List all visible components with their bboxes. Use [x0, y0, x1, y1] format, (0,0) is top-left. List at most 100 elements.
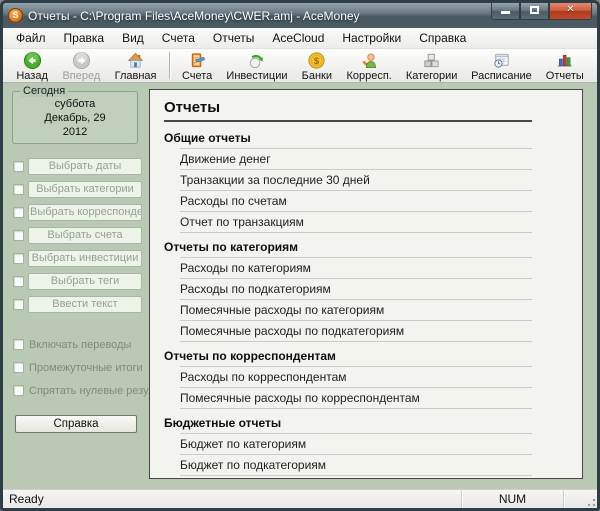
report-link[interactable]: Расходы по счетам — [162, 191, 570, 212]
toolbar-label: Категории — [406, 70, 458, 82]
report-sections: Общие отчетыДвижение денегТранзакции за … — [162, 124, 570, 479]
report-link[interactable]: Отчет по транзакциям — [162, 212, 570, 233]
filter-checkbox[interactable] — [13, 299, 24, 310]
toolbar-label: Корресп. — [346, 70, 391, 82]
filter-checkbox[interactable] — [13, 253, 24, 264]
toolbar-button-investments[interactable]: Инвестиции — [220, 50, 295, 82]
toolbar-separator — [169, 52, 170, 79]
toolbar-label: Главная — [115, 70, 157, 82]
options-list: Включать переводы Промежуточные итоги Спря… — [3, 333, 149, 402]
report-link[interactable]: Помесячные расходы по корреспондентам — [162, 388, 570, 409]
report-link[interactable]: Расходы по категориям — [162, 258, 570, 279]
app-logo-icon: S — [8, 8, 23, 23]
menu-вид[interactable]: Вид — [113, 28, 153, 48]
filter-checkbox[interactable] — [13, 161, 24, 172]
filter-button[interactable]: Выбрать счета — [28, 227, 142, 244]
title-rule — [164, 120, 532, 122]
toolbar-label: Инвестиции — [226, 70, 287, 82]
report-link[interactable]: Движение денег — [162, 149, 570, 170]
categories-icon — [422, 51, 441, 70]
report-link[interactable]: Транзакции за последние 30 дней — [162, 170, 570, 191]
toolbar-button-reports[interactable]: Отчеты — [539, 50, 591, 82]
report-link[interactable]: Расходы по подкатегориям — [162, 279, 570, 300]
today-panel: Сегодня суббота Декабрь, 29 2012 — [12, 91, 138, 144]
filter-list: Выбрать даты Выбрать категории Выбрать кор… — [3, 155, 149, 316]
toolbar-label: Вперед — [62, 70, 100, 82]
filter-row: Выбрать даты — [3, 155, 149, 178]
close-button[interactable]: ✕ — [549, 2, 592, 20]
client-area: Сегодня суббота Декабрь, 29 2012 Выбрать… — [3, 83, 597, 489]
filter-button[interactable]: Выбрать инвестиции — [28, 250, 142, 267]
filter-checkbox[interactable] — [13, 230, 24, 241]
filter-button[interactable]: Ввести текст — [28, 296, 142, 313]
menu-файл[interactable]: Файл — [7, 28, 55, 48]
option-checkbox[interactable] — [13, 362, 24, 373]
reports-icon — [555, 51, 574, 70]
option-row: Спрятать нулевые резуль — [3, 379, 149, 402]
toolbar-button-banks[interactable]: $Банки — [294, 50, 339, 82]
section-header: Отчеты по категориям — [162, 233, 570, 258]
today-weekday: суббота — [13, 97, 137, 111]
filter-button[interactable]: Выбрать теги — [28, 273, 142, 290]
menu-отчеты[interactable]: Отчеты — [204, 28, 263, 48]
filter-checkbox[interactable] — [13, 207, 24, 218]
accounts-icon — [188, 51, 207, 70]
home-icon — [126, 51, 145, 70]
menu-счета[interactable]: Счета — [153, 28, 204, 48]
report-link[interactable]: Бюджет по категориям — [162, 434, 570, 455]
filter-checkbox[interactable] — [13, 184, 24, 195]
toolbar-label: Назад — [16, 70, 48, 82]
menu-настройки[interactable]: Настройки — [333, 28, 410, 48]
filter-row: Выбрать инвестиции — [3, 247, 149, 270]
menu-справка[interactable]: Справка — [410, 28, 475, 48]
toolbar-button-back[interactable]: Назад — [9, 50, 55, 82]
report-link[interactable]: Расходы по корреспондентам — [162, 367, 570, 388]
toolbar-button-accounts[interactable]: Счета — [175, 50, 220, 82]
minimize-button[interactable] — [491, 2, 520, 20]
today-year: 2012 — [13, 125, 137, 139]
banks-icon: $ — [307, 51, 326, 70]
option-label: Спрятать нулевые резуль — [28, 385, 149, 397]
report-link[interactable]: Помесячные расходы по категориям — [162, 300, 570, 321]
menu-acecloud[interactable]: AceCloud — [263, 28, 333, 48]
option-label: Включать переводы — [28, 339, 131, 351]
status-text: Ready — [3, 492, 461, 506]
report-link[interactable]: Помесячные расходы по подкатегориям — [162, 321, 570, 342]
section-header: Бюджетные отчеты — [162, 409, 570, 434]
menu-правка[interactable]: Правка — [55, 28, 114, 48]
toolbar-label: Банки — [302, 70, 332, 82]
window-title: Отчеты - C:\Program Files\AceMoney\CWER.… — [28, 9, 360, 23]
toolbar-button-home[interactable]: Главная — [108, 50, 164, 82]
investments-icon — [247, 51, 266, 70]
option-checkbox[interactable] — [13, 385, 24, 396]
toolbar-button-payees[interactable]: Корресп. — [339, 50, 399, 82]
option-checkbox[interactable] — [13, 339, 24, 350]
filter-button[interactable]: Выбрать категории — [28, 181, 142, 198]
toolbar-button-forward: Вперед — [55, 50, 107, 82]
today-panel-title: Сегодня — [20, 85, 68, 97]
report-link[interactable]: Бюджет по подкатегориям — [162, 455, 570, 476]
filter-button[interactable]: Выбрать корреспондентов — [28, 204, 142, 221]
option-label: Промежуточные итоги — [28, 362, 143, 374]
filter-row: Выбрать категории — [3, 178, 149, 201]
payees-icon — [360, 51, 379, 70]
toolbar-button-categories[interactable]: Категории — [399, 50, 464, 82]
help-button[interactable]: Справка — [15, 415, 137, 433]
filter-row: Выбрать счета — [3, 224, 149, 247]
statusbar: Ready NUM — [3, 489, 597, 508]
filter-row: Выбрать корреспондентов — [3, 201, 149, 224]
toolbar: Назад Вперед Главная Счета Инвестиции $Банки К… — [3, 49, 597, 83]
filter-button[interactable]: Выбрать даты — [28, 158, 142, 175]
toolbar-button-schedule[interactable]: Расписание — [464, 50, 538, 82]
today-month-day: Декабрь, 29 — [13, 111, 137, 125]
section-header: Общие отчеты — [162, 124, 570, 149]
toolbar-label: Отчеты — [546, 70, 584, 82]
today-date: суббота Декабрь, 29 2012 — [13, 92, 137, 139]
filter-row: Ввести текст — [3, 293, 149, 316]
maximize-button[interactable] — [520, 2, 549, 20]
toolbar-label: Счета — [182, 70, 212, 82]
titlebar[interactable]: S Отчеты - C:\Program Files\AceMoney\CWE… — [3, 3, 597, 28]
filter-checkbox[interactable] — [13, 276, 24, 287]
page-title: Отчеты — [162, 97, 570, 120]
resize-grip[interactable] — [584, 495, 596, 507]
